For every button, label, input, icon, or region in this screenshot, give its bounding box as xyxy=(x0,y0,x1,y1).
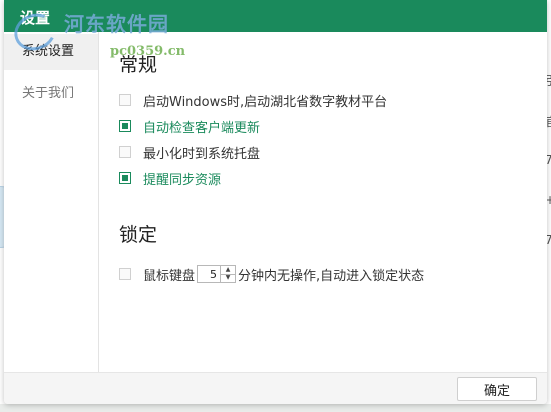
lock-minutes-stepper: ▲ ▼ xyxy=(221,265,237,283)
watermark-url: pc0359.cn xyxy=(110,44,186,59)
option-label: 提醒同步资源 xyxy=(143,172,222,188)
background-bottom-strip xyxy=(0,404,551,412)
checkbox-auto-check-updates[interactable] xyxy=(119,120,131,132)
watermark-logo-icon xyxy=(9,7,61,57)
settings-content: 常规 启动Windows时,启动湖北省数字教材平台 自动检查客户端更新 最小化时… xyxy=(99,32,547,372)
checkbox-launch-on-startup[interactable] xyxy=(119,94,131,106)
settings-sidebar: 系统设置 关于我们 xyxy=(4,32,99,372)
spin-down-icon[interactable]: ▼ xyxy=(221,275,235,283)
checkbox-sync-reminder[interactable] xyxy=(119,172,131,184)
option-label: 最小化时到系统托盘 xyxy=(143,146,261,162)
option-label: 启动Windows时,启动湖北省数字教材平台 xyxy=(143,94,388,110)
checkbox-minimize-to-tray[interactable] xyxy=(119,146,131,158)
section-title-lock: 锁定 xyxy=(119,224,158,246)
option-minimize-to-tray[interactable]: 最小化时到系统托盘 xyxy=(119,142,260,162)
lock-label-suffix: 分钟内无操作,自动进入锁定状态 xyxy=(238,268,425,284)
option-sync-reminder[interactable]: 提醒同步资源 xyxy=(119,168,221,188)
sidebar-item-about-us[interactable]: 关于我们 xyxy=(4,76,98,112)
ok-button[interactable]: 确定 xyxy=(457,377,537,401)
lock-label-prefix: 鼠标键盘 xyxy=(143,268,196,284)
watermark-text: 河东软件园 xyxy=(64,12,169,36)
settings-dialog: 设置 系统设置 关于我们 常规 启动Windows时,启动湖北省数字教材平台 自… xyxy=(4,0,547,404)
dialog-footer: 确定 xyxy=(4,372,547,404)
option-label: 自动检查客户端更新 xyxy=(143,120,261,136)
spin-up-icon[interactable]: ▲ xyxy=(221,266,236,275)
lock-minutes-input[interactable]: 5 xyxy=(197,265,222,283)
option-auto-check-updates[interactable]: 自动检查客户端更新 xyxy=(119,116,260,136)
option-launch-on-startup[interactable]: 启动Windows时,启动湖北省数字教材平台 xyxy=(119,90,387,110)
site-watermark: 河东软件园 pc0359.cn xyxy=(9,6,214,66)
checkbox-auto-lock[interactable] xyxy=(119,268,131,280)
option-auto-lock: 鼠标键盘 5 ▲ ▼ 分钟内无操作,自动进入锁定状态 xyxy=(119,263,424,285)
